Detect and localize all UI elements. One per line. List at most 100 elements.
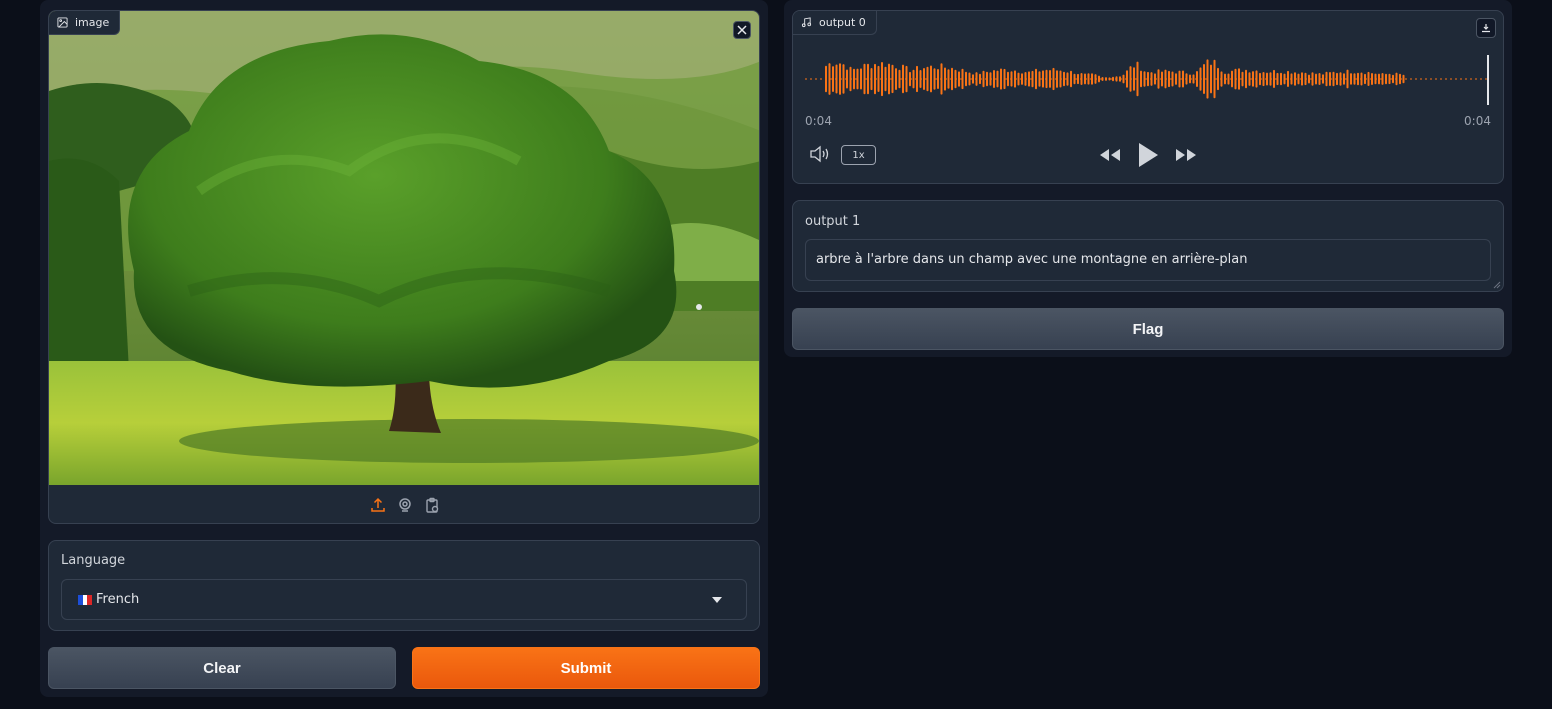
audio-waveform[interactable] — [805, 47, 1493, 111]
waveform-bar — [1311, 72, 1314, 86]
waveform-bar — [849, 66, 852, 92]
waveform-bar — [1273, 69, 1275, 88]
waveform-bar — [1101, 77, 1104, 81]
audio-label: output 0 — [819, 16, 866, 29]
waveform-bar — [933, 68, 936, 90]
waveform-bar — [1171, 71, 1174, 87]
waveform-bar — [972, 74, 974, 84]
waveform-bar — [1374, 73, 1377, 85]
duration: 0:04 — [1464, 114, 1491, 128]
fast-forward-icon — [1176, 149, 1196, 161]
waveform-bar — [1024, 72, 1027, 86]
waveform-bar — [1255, 70, 1258, 88]
waveform-bar — [1364, 73, 1366, 85]
language-label: Language — [61, 553, 126, 568]
playhead[interactable] — [1487, 55, 1489, 105]
waveform-bar — [954, 69, 957, 89]
text-output-field[interactable]: arbre à l'arbre dans un champ avec une m… — [805, 239, 1491, 281]
play-button[interactable] — [1133, 141, 1163, 169]
waveform-bar — [923, 68, 925, 90]
waveform-bar — [1147, 71, 1149, 87]
waveform-bar — [947, 69, 950, 89]
waveform-bar — [1010, 71, 1013, 87]
download-button[interactable] — [1476, 18, 1496, 38]
music-note-icon — [801, 17, 812, 28]
volume-icon[interactable] — [809, 145, 833, 165]
playback-rate-button[interactable]: 1x — [841, 145, 876, 165]
audio-output: output 0 0:04 0:04 1x — [792, 10, 1504, 184]
waveform-bar — [1140, 70, 1142, 88]
chevron-down-icon — [712, 597, 722, 603]
waveform-bar — [1003, 68, 1006, 90]
waveform-bar — [1164, 69, 1167, 89]
waveform-bar — [1402, 74, 1405, 84]
waveform-bar — [1245, 69, 1247, 89]
waveform-bar — [1353, 73, 1356, 85]
waveform-bar — [1014, 70, 1016, 88]
image-source-toolbar — [49, 485, 759, 523]
waveform-bar — [968, 72, 971, 86]
waveform-bar — [965, 71, 967, 87]
clipboard-icon[interactable] — [423, 496, 441, 514]
waveform-bar — [1339, 72, 1342, 86]
waveform-bar — [898, 69, 901, 89]
waveform-bar — [1203, 64, 1205, 94]
waveform-bar — [1238, 68, 1240, 90]
waveform-bar — [1192, 74, 1195, 84]
webcam-icon[interactable] — [396, 496, 414, 514]
waveform-bar — [1297, 73, 1300, 85]
waveform-bar — [1210, 64, 1212, 94]
waveform-bar — [1136, 61, 1139, 97]
waveform-bar — [874, 63, 876, 95]
play-icon — [1139, 143, 1158, 167]
uploaded-image — [49, 11, 759, 485]
waveform-bar — [1059, 70, 1062, 88]
waveform-bar — [1112, 76, 1114, 82]
language-select[interactable]: French — [61, 579, 747, 620]
waveform-bar — [1154, 73, 1156, 85]
waveform-bar — [1322, 74, 1324, 84]
audio-label-tab: output 0 — [793, 11, 877, 35]
waveform-bar — [1119, 76, 1121, 82]
waveform-bar — [937, 69, 939, 89]
clear-image-button[interactable] — [733, 21, 751, 39]
fast-forward-button[interactable] — [1171, 141, 1201, 169]
waveform-bar — [930, 65, 932, 93]
waveform-bar — [989, 72, 992, 86]
waveform-bar — [881, 62, 883, 97]
flag-button[interactable]: Flag — [792, 308, 1504, 350]
submit-button[interactable]: Submit — [412, 647, 760, 689]
clear-button[interactable]: Clear — [48, 647, 396, 689]
waveform-bar — [1091, 73, 1093, 85]
waveform-bar — [863, 63, 866, 95]
waveform-bar — [1308, 74, 1310, 84]
waveform-bar — [828, 63, 831, 95]
waveform-bar — [1042, 70, 1044, 88]
waveform-bar — [1378, 73, 1380, 85]
waveform-bar — [1346, 69, 1349, 89]
language-dropdown-block: Language French — [48, 540, 760, 631]
waveform-bar — [958, 71, 960, 87]
waveform-bar — [940, 63, 943, 95]
waveform-bar — [979, 73, 981, 85]
output-panel: output 0 0:04 0:04 1x output 1 arbre à l… — [784, 0, 1512, 357]
waveform-bar — [1360, 72, 1363, 86]
waveform-bar — [846, 69, 848, 89]
waveform-bar — [1276, 72, 1279, 86]
waveform-bar — [1367, 71, 1370, 86]
waveform-bar — [1357, 72, 1359, 86]
upload-icon[interactable] — [369, 496, 387, 514]
waveform-bar — [1283, 73, 1286, 85]
rewind-button[interactable] — [1095, 141, 1125, 169]
waveform-bar — [1252, 71, 1254, 87]
waveform-bar — [951, 67, 953, 91]
waveform-bar — [891, 64, 894, 94]
waveform-bar — [1094, 74, 1097, 84]
waveform-bar — [1220, 71, 1223, 87]
waveform-bar — [1318, 73, 1321, 85]
image-input[interactable]: image — [48, 10, 760, 524]
resize-handle-icon[interactable] — [1493, 281, 1501, 289]
waveform-bar — [1077, 73, 1079, 85]
waveform-bar — [870, 68, 873, 91]
waveform-bar — [1129, 66, 1132, 92]
